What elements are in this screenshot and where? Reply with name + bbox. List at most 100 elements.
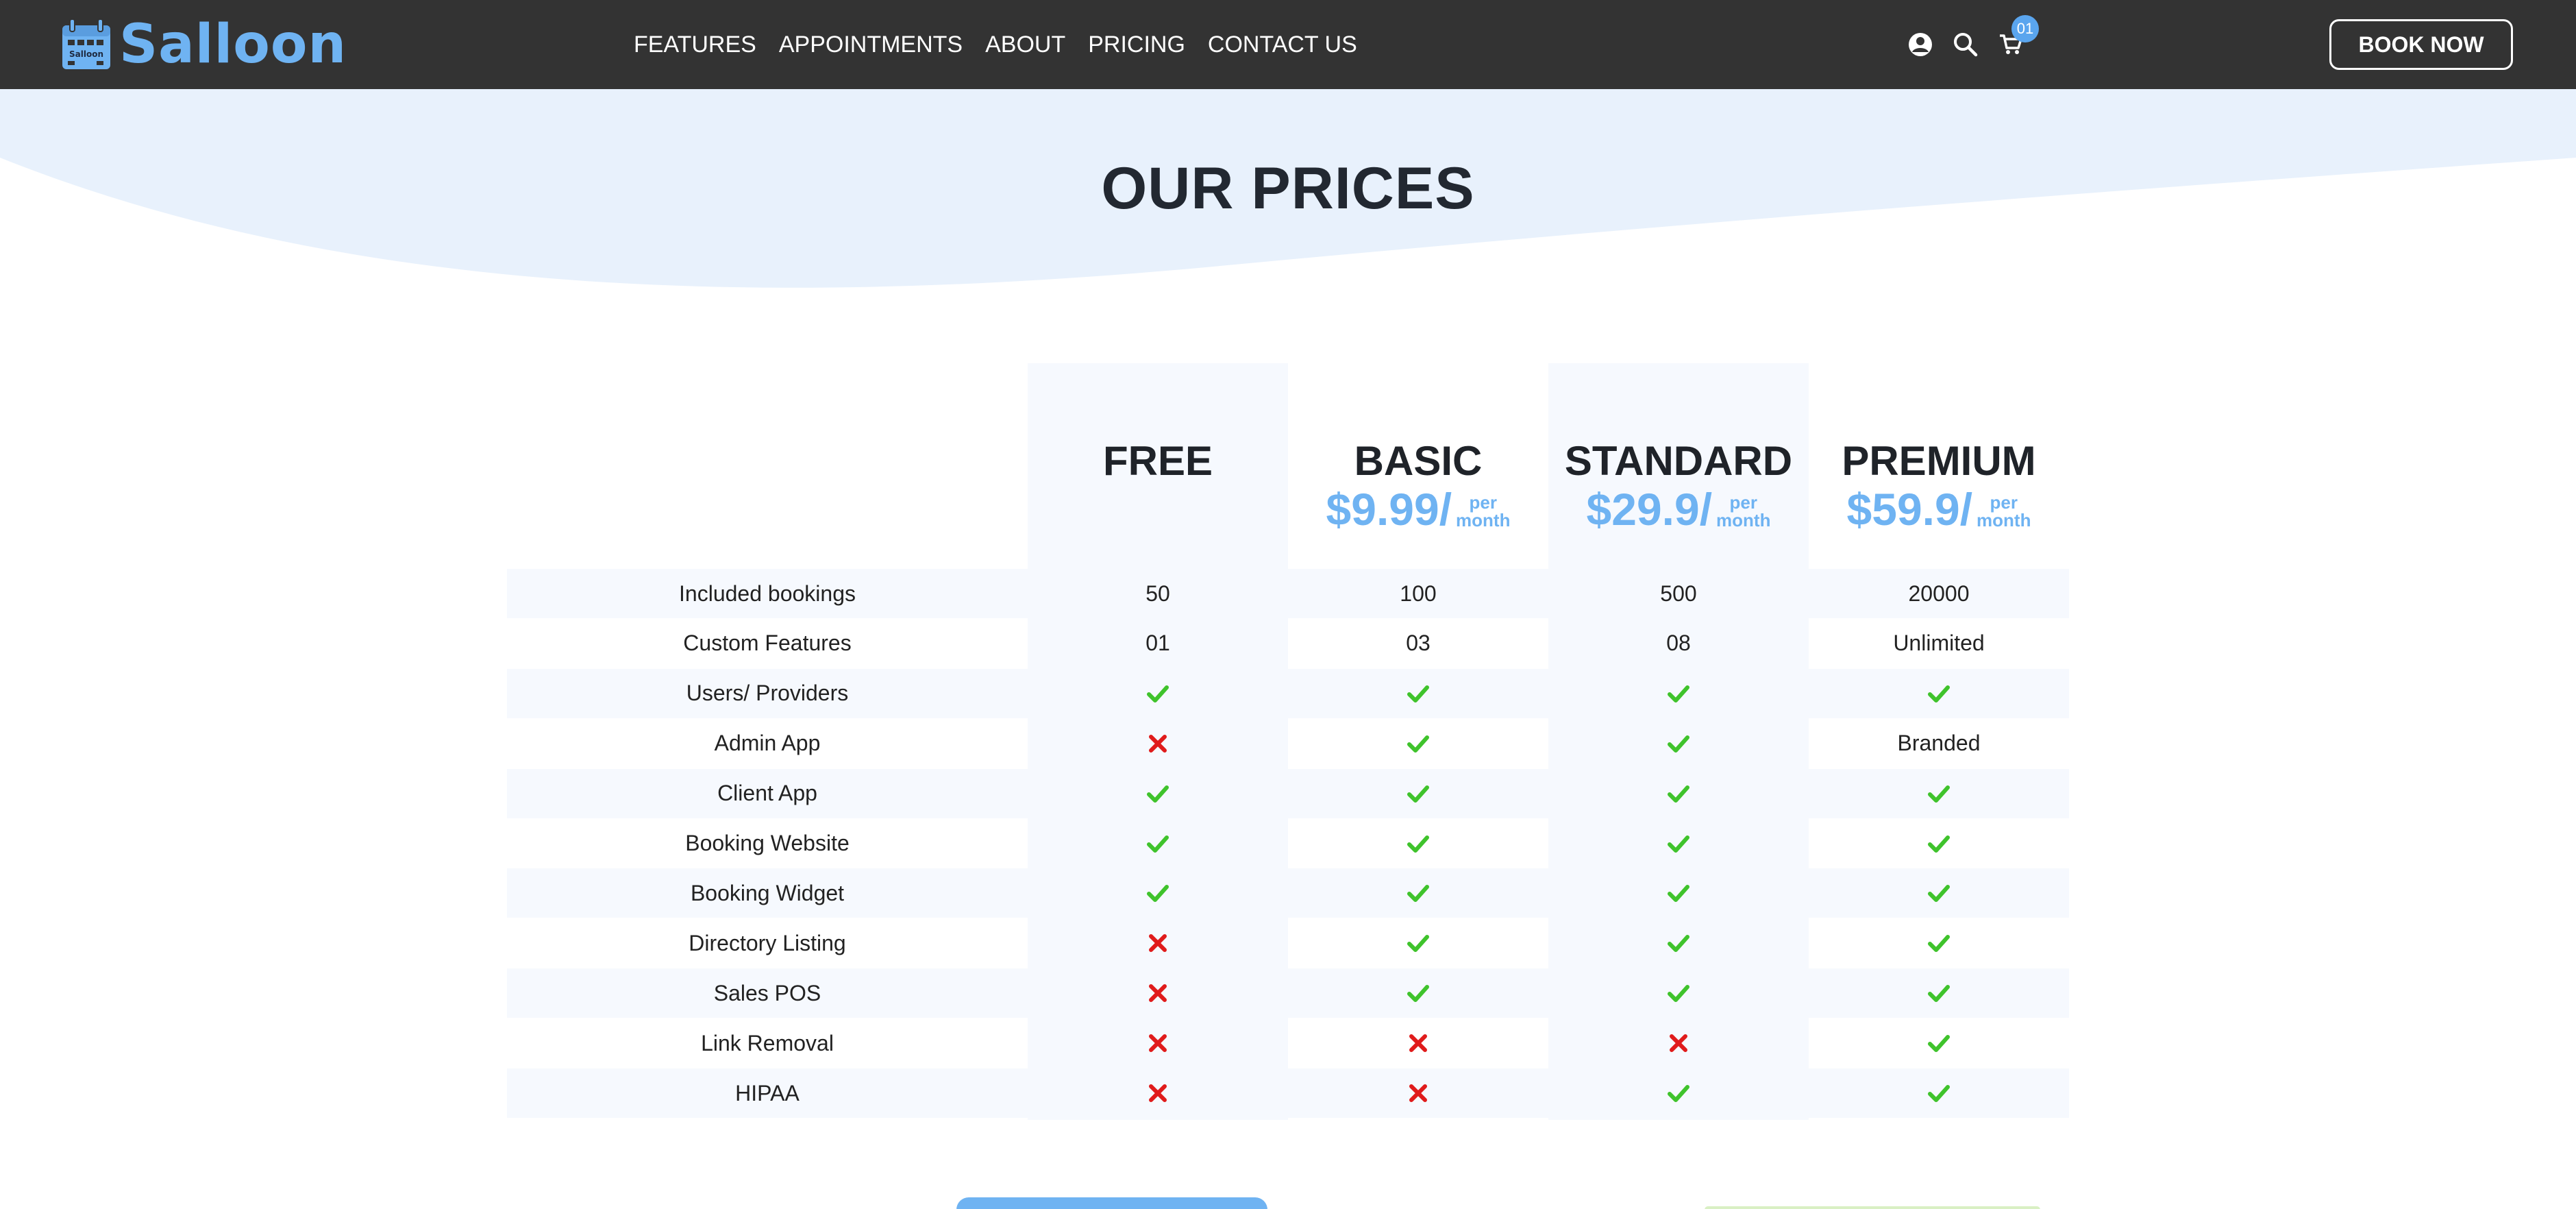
table-cell [1548,1068,1809,1118]
feature-label: Custom Features [683,631,852,656]
table-cell: 01 [1145,631,1170,656]
table-cell [1028,669,1288,718]
bottom-primary-button[interactable] [956,1197,1267,1209]
table-cell: 500 [1660,581,1697,606]
table-cell [1288,918,1548,968]
table-cell [1809,769,2069,818]
cross-icon [1149,934,1167,953]
table-row: Included bookings 50 100 500 20000 [507,569,2069,618]
check-icon [1668,985,1689,1003]
table-cell [1548,719,1809,768]
nav-link-features[interactable]: FEATURES [634,32,756,58]
price-amount: $59.9/ [1846,484,1973,535]
table-cell [1809,1068,2069,1118]
check-icon [1928,785,1950,803]
table-cell [1548,669,1809,718]
table-cell [1548,968,1809,1018]
table-cell [1809,1018,2069,1068]
table-cell [1288,968,1548,1018]
table-row: Booking Website [507,818,2069,868]
check-icon [1668,785,1689,803]
user-icon[interactable] [1905,29,1936,60]
table-row: Booking Widget [507,868,2069,918]
check-icon [1928,835,1950,853]
table-row: Admin App Branded [507,718,2069,768]
feature-label: Booking Widget [690,880,845,905]
check-icon [1928,985,1950,1003]
table-cell: 03 [1288,618,1548,668]
feature-label: Included bookings [679,581,856,606]
brand-logo[interactable]: Salloon Salloon [60,16,347,73]
navbar: Salloon Salloon FEATURES APPOINTMENTS ABOU… [0,0,2576,89]
table-cell [1548,819,1809,868]
plan-header-premium: PREMIUM $59.9/per month [1809,439,2069,533]
check-icon [1668,885,1689,903]
table-cell: 20000 [1908,581,1970,606]
check-icon [1407,685,1429,703]
table-row: Client App [507,768,2069,818]
price-amount: $9.99/ [1326,484,1452,535]
check-icon [1147,835,1169,853]
feature-label: HIPAA [735,1080,800,1106]
feature-label: Link Removal [701,1030,834,1055]
search-icon[interactable] [1950,29,1981,60]
feature-label: Booking Website [685,831,850,855]
check-icon [1147,685,1169,703]
check-icon [1928,935,1950,953]
table-row: Directory Listing [507,918,2069,968]
table-cell: 100 [1400,581,1437,606]
nav-link-about[interactable]: ABOUT [985,32,1065,58]
table-cell [1028,1068,1288,1118]
main-nav: FEATURES APPOINTMENTS ABOUT PRICING CONTACT … [634,0,1380,89]
cross-icon [1149,1084,1167,1102]
check-icon [1668,835,1689,853]
table-cell [1288,868,1548,918]
table-cell [1028,868,1288,918]
check-icon [1668,735,1689,753]
calendar-icon: Salloon [62,19,110,69]
check-icon [1147,885,1169,903]
cart-icon[interactable]: 01 [1995,15,2039,60]
table-cell: 08 [1666,631,1691,656]
brand-name: Salloon [119,14,347,75]
table-cell [1548,769,1809,818]
cart-count-badge: 01 [2011,15,2039,42]
plan-name: FREE [1102,438,1213,484]
table-cell: 50 [1145,581,1170,606]
bottom-secondary-button[interactable] [1705,1206,2040,1209]
table-row: Link Removal [507,1018,2069,1068]
price-unit-per: per [1729,492,1757,513]
check-icon [1928,885,1950,903]
table-cell [1288,1068,1548,1118]
page-title: OUR PRICES [1101,156,1475,221]
table-cell [1548,1018,1809,1068]
feature-label: Admin App [714,731,821,756]
price-unit-month: month [1977,510,2031,530]
cross-icon [1149,984,1167,1003]
price-unit-month: month [1716,510,1771,530]
book-now-button[interactable]: BOOK NOW [2329,19,2513,70]
plan-header-basic: BASIC $9.99/per month [1288,438,1548,535]
table-cell: Unlimited [1809,618,2069,668]
table-cell [1288,669,1548,718]
nav-link-appointments[interactable]: APPOINTMENTS [779,32,963,58]
table-cell [1028,769,1288,818]
feature-label: Users/ Providers [686,681,849,706]
plan-header-free: FREE [1028,439,1288,484]
table-row: Sales POS [507,968,2069,1018]
table-cell [1809,818,2069,868]
nav-link-contact-us[interactable]: CONTACT US [1208,32,1357,58]
check-icon [1668,935,1689,953]
price-unit-per: per [1990,492,2018,513]
plan-name: BASIC [1354,438,1483,484]
check-icon [1147,785,1169,803]
table-cell [1809,669,2069,718]
cross-icon [1149,1034,1167,1053]
plan-price: $59.9/per month [1809,487,2069,532]
table-cell [1028,819,1288,868]
check-icon [1928,685,1950,703]
check-icon [1928,1085,1950,1102]
nav-link-pricing[interactable]: PRICING [1088,32,1185,58]
table-cell [1548,868,1809,918]
logo-icon-text: Salloon [69,49,103,59]
